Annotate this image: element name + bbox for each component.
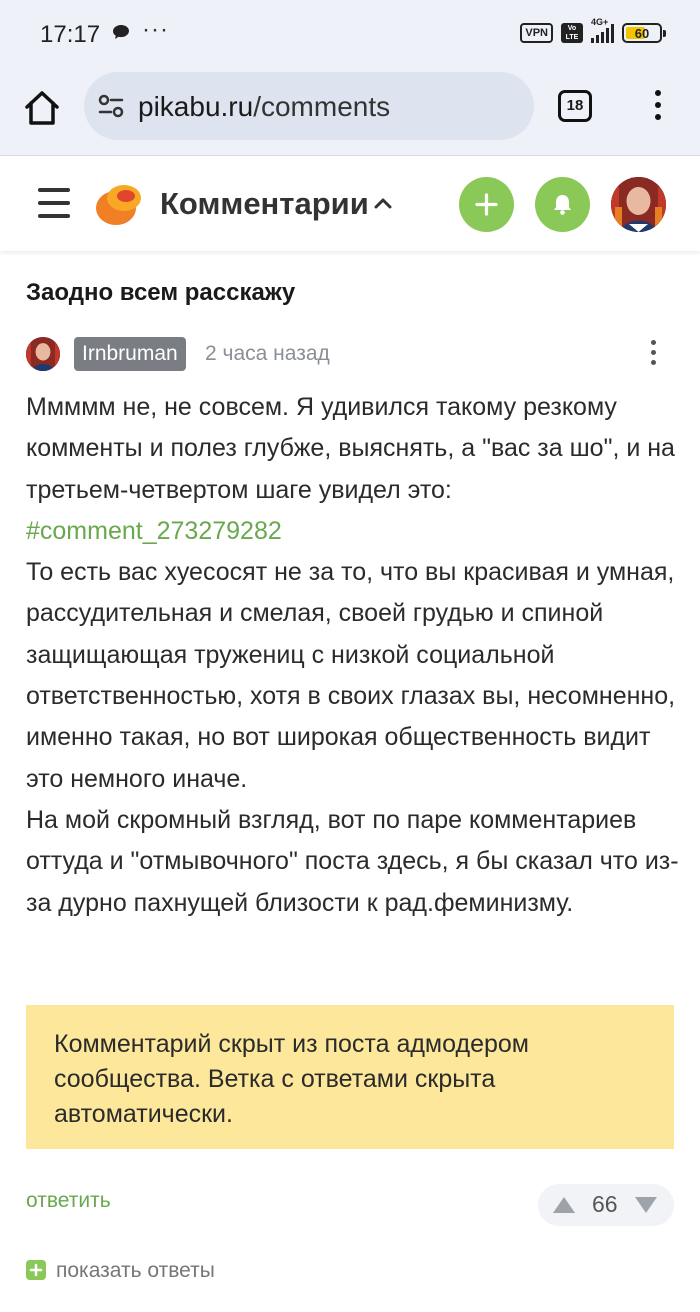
status-time: 17:17 — [40, 21, 101, 48]
site-settings-icon[interactable] — [98, 94, 124, 118]
address-bar[interactable]: pikabu.ru/comments — [84, 72, 534, 140]
chat-notification-icon — [113, 25, 129, 39]
comment-more-icon[interactable] — [646, 340, 660, 370]
notifications-button[interactable] — [535, 177, 590, 232]
upvote-icon[interactable] — [552, 1196, 576, 1214]
comment-text-part1: Ммммм не, не совсем. Я удивился такому р… — [26, 393, 675, 504]
rating-count: 66 — [592, 1191, 618, 1217]
battery-level: 60 — [634, 26, 650, 41]
site-header: Комментарии — [0, 157, 700, 251]
post-title[interactable]: Заодно всем расскажу — [26, 279, 295, 307]
browser-menu-icon[interactable] — [648, 90, 668, 126]
downvote-icon[interactable] — [634, 1196, 658, 1214]
bell-icon — [554, 195, 571, 215]
chevron-up-icon[interactable] — [373, 193, 393, 213]
comment-header: Irnbruman 2 часа назад — [26, 336, 676, 372]
author-username[interactable]: Irnbruman — [74, 337, 186, 371]
reply-button[interactable]: ответить — [26, 1189, 111, 1213]
hidden-comment-notice: Комментарий скрыт из поста адмодером соо… — [26, 1005, 674, 1149]
browser-toolbar: pikabu.ru/comments 18 — [0, 66, 700, 156]
vpn-icon: VPN — [520, 23, 553, 43]
author-avatar[interactable] — [26, 337, 60, 371]
user-avatar[interactable] — [611, 177, 666, 232]
status-bar: 17:17 ··· VPN Vo LTE 4G+ 60 — [0, 0, 700, 66]
hamburger-menu-icon[interactable] — [38, 188, 70, 218]
url-domain: pikabu.ru — [138, 91, 254, 122]
comment-text: Ммммм не, не совсем. Я удивился такому р… — [26, 387, 681, 924]
add-post-button[interactable] — [459, 177, 514, 232]
url-text: pikabu.ru/comments — [138, 91, 390, 123]
show-replies-label: показать ответы — [56, 1259, 215, 1282]
network-type: 4G+ — [591, 17, 609, 27]
signal-icon: 4G+ — [591, 17, 614, 43]
comment-reference-link[interactable]: #comment_273279282 — [26, 517, 282, 545]
home-icon[interactable] — [22, 88, 62, 128]
battery-icon: 60 — [622, 23, 666, 43]
page-title[interactable]: Комментарии — [160, 186, 369, 222]
volte-icon: Vo LTE — [561, 23, 583, 43]
author-avatar-image — [26, 337, 60, 371]
plus-square-icon — [26, 1260, 46, 1280]
hidden-notice-text: Комментарий скрыт из поста адмодером соо… — [54, 1030, 529, 1128]
url-path: /comments — [253, 91, 391, 122]
comment-text-part2: То есть вас хуесосят не за то, что вы кр… — [26, 558, 676, 793]
avatar-image — [611, 177, 666, 232]
pikabu-logo[interactable] — [94, 181, 144, 227]
rating-control: 66 — [538, 1184, 674, 1226]
comment-time[interactable]: 2 часа назад — [205, 342, 330, 366]
comment-text-part3: На мой скромный взгляд, вот по паре комм… — [26, 805, 679, 917]
plus-icon — [475, 193, 498, 216]
more-notifications-icon: ··· — [142, 16, 169, 43]
tab-switcher-button[interactable]: 18 — [558, 90, 592, 122]
status-indicators: VPN Vo LTE 4G+ 60 — [520, 17, 666, 45]
